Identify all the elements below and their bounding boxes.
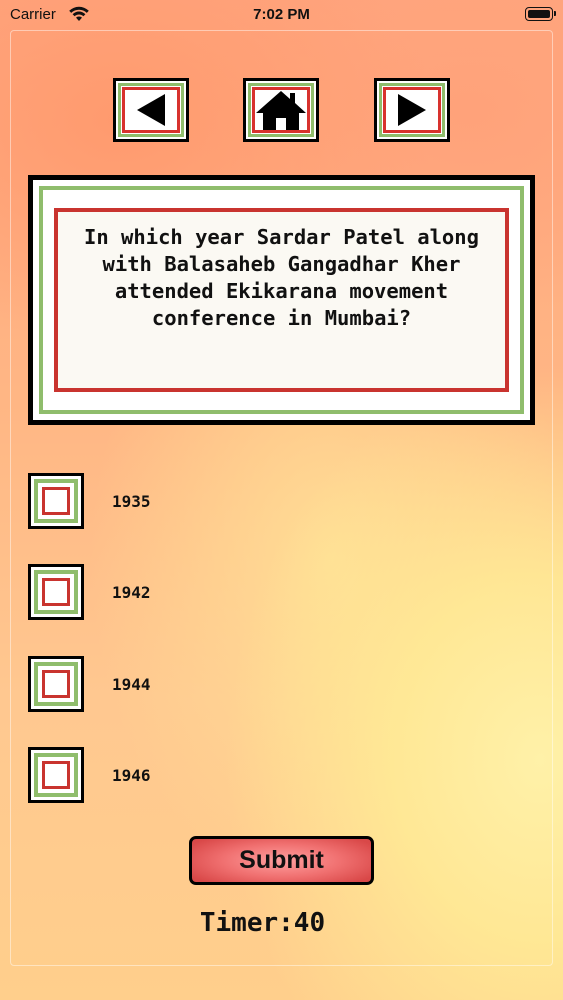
submit-button[interactable]: Submit [189,836,374,885]
option-label: 1944 [112,675,151,694]
right-triangle-icon [398,94,426,126]
option-label: 1935 [112,492,151,511]
option-label: 1942 [112,583,151,602]
option-item: 1946 [28,747,428,803]
next-button[interactable] [374,78,450,142]
question-box: In which year Sardar Patel along with Ba… [28,175,535,425]
battery-icon [525,7,556,21]
option-checkbox[interactable] [28,473,84,529]
home-button[interactable] [243,78,319,142]
option-checkbox[interactable] [28,747,84,803]
status-bar: Carrier 7:02 PM [0,0,563,30]
left-triangle-icon [137,94,165,126]
option-item: 1942 [28,564,428,620]
option-checkbox[interactable] [28,564,84,620]
option-label: 1946 [112,766,151,785]
option-item: 1944 [28,656,428,712]
status-time: 7:02 PM [253,6,310,23]
previous-button[interactable] [113,78,189,142]
option-item: 1935 [28,473,428,529]
option-checkbox[interactable] [28,656,84,712]
timer-label: Timer:40 [199,908,326,938]
house-icon [256,91,306,130]
question-text: In which year Sardar Patel along with Ba… [84,225,479,330]
